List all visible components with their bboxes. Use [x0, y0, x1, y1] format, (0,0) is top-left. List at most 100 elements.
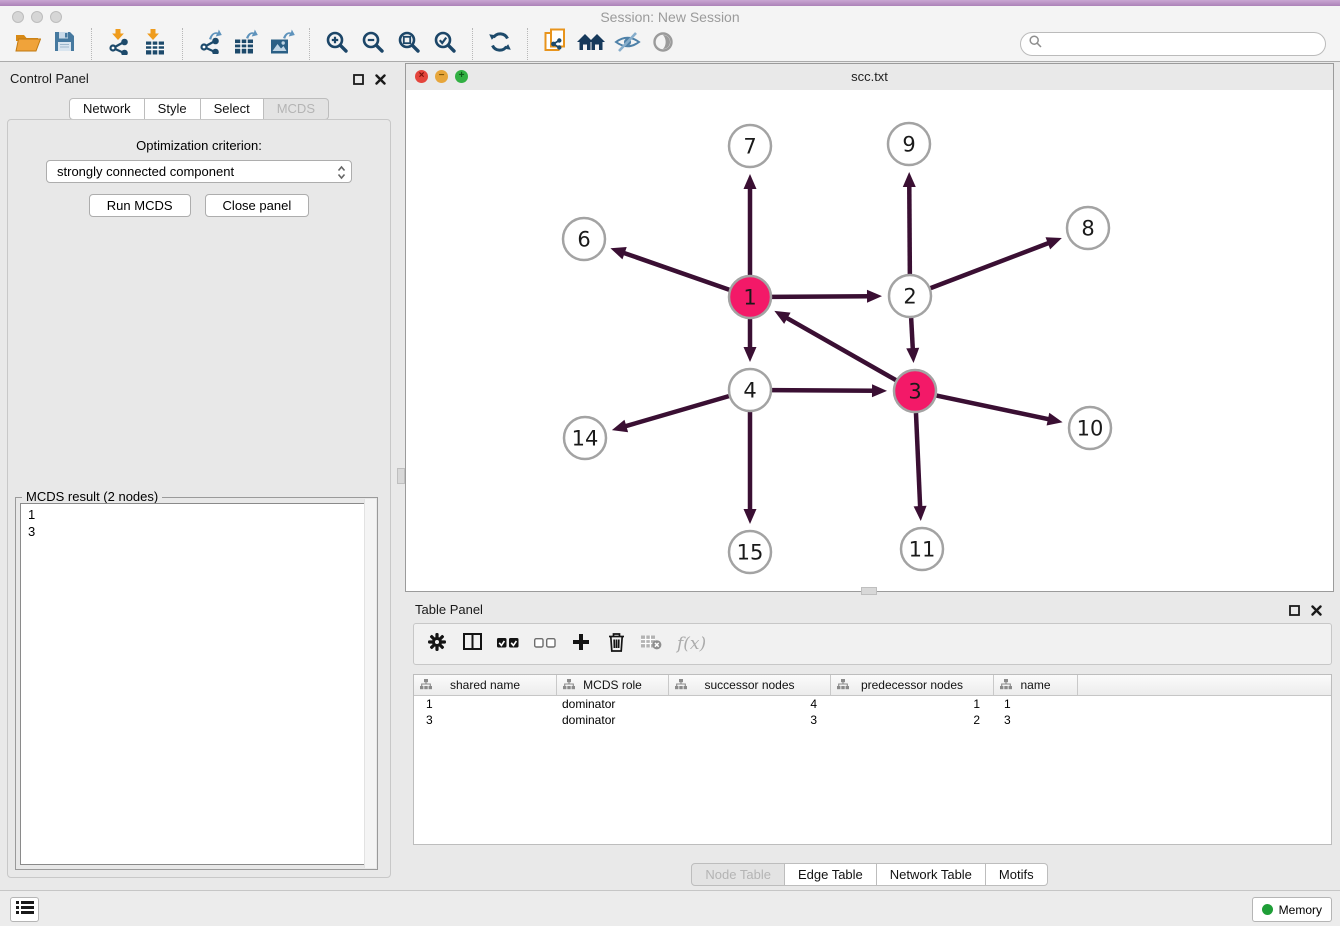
memory-button[interactable]: Memory [1252, 897, 1332, 922]
tab-node-table[interactable]: Node Table [691, 863, 785, 886]
graph-edge-arrowhead [867, 290, 882, 303]
save-session-button[interactable] [48, 28, 80, 60]
column-header-successor-nodes[interactable]: successor nodes [669, 675, 831, 695]
table-row[interactable]: 1dominator411 [414, 696, 1331, 712]
close-panel-button[interactable]: Close panel [205, 194, 310, 217]
table-cell[interactable]: 3 [994, 712, 1078, 728]
tab-edge-table[interactable]: Edge Table [785, 863, 877, 886]
table-cell[interactable]: 1 [414, 696, 557, 712]
refresh-layout-button[interactable] [484, 28, 516, 60]
select-all-columns-button[interactable] [497, 635, 519, 653]
graph-node-14[interactable]: 14 [564, 417, 606, 459]
delete-column-button[interactable] [606, 632, 626, 657]
zoom-in-button[interactable] [321, 28, 353, 60]
float-panel-icon[interactable] [353, 72, 364, 90]
maximize-view-button[interactable]: + [455, 70, 468, 83]
graph-edge-3-10[interactable] [937, 396, 1051, 420]
close-window-button[interactable] [12, 11, 24, 23]
import-network-button[interactable] [103, 28, 135, 60]
export-image-button[interactable] [266, 28, 298, 60]
show-column-pane-button[interactable] [462, 633, 482, 655]
graph-node-11[interactable]: 11 [901, 528, 943, 570]
new-network-from-selection-button[interactable] [539, 28, 571, 60]
create-column-button[interactable] [571, 633, 591, 656]
function-builder-button[interactable]: f(x) [677, 634, 706, 654]
graph-node-15[interactable]: 15 [729, 531, 771, 573]
graph-node-9[interactable]: 9 [888, 123, 930, 165]
table-cell[interactable]: 1 [831, 696, 994, 712]
table-cell[interactable]: dominator [557, 712, 669, 728]
deselect-all-columns-button[interactable] [534, 635, 556, 653]
table-cell[interactable]: 3 [669, 712, 831, 728]
delete-table-button[interactable] [641, 633, 662, 655]
table-cell[interactable]: 2 [831, 712, 994, 728]
search-input[interactable] [1047, 36, 1317, 52]
export-table-icon [234, 29, 259, 59]
graph-edge-2-8[interactable] [931, 242, 1051, 288]
graph-node-6[interactable]: 6 [563, 218, 605, 260]
graph-edge-2-3[interactable] [911, 318, 913, 351]
graph-node-4[interactable]: 4 [729, 369, 771, 411]
graph-edge-4-3[interactable] [772, 390, 875, 391]
table-cell[interactable]: 1 [994, 696, 1078, 712]
close-panel-icon[interactable] [375, 72, 386, 90]
tab-motifs[interactable]: Motifs [986, 863, 1048, 886]
table-cell[interactable]: 3 [414, 712, 557, 728]
criterion-select[interactable]: strongly connected component [46, 160, 352, 183]
tab-network-table[interactable]: Network Table [877, 863, 986, 886]
tab-select[interactable]: Select [201, 98, 264, 120]
trash-icon [608, 632, 625, 657]
tab-style[interactable]: Style [145, 98, 201, 120]
minimize-window-button[interactable] [31, 11, 43, 23]
task-history-button[interactable] [10, 897, 39, 922]
show-hide-graphics-button[interactable] [611, 28, 643, 60]
eye-circle-icon [652, 31, 674, 58]
horizontal-splitter-handle[interactable] [861, 587, 877, 595]
graph-edge-3-1[interactable] [785, 317, 896, 380]
graph-node-3[interactable]: 3 [894, 370, 936, 412]
tab-mcds[interactable]: MCDS [264, 98, 329, 120]
zoom-out-button[interactable] [357, 28, 389, 60]
graph-node-8[interactable]: 8 [1067, 207, 1109, 249]
graph-edge-2-9[interactable] [909, 184, 910, 274]
run-mcds-button[interactable]: Run MCDS [89, 194, 191, 217]
float-panel-icon[interactable] [1289, 603, 1300, 621]
column-header-shared-name[interactable]: shared name [414, 675, 557, 695]
close-panel-icon[interactable] [1311, 603, 1322, 621]
zoom-window-button[interactable] [50, 11, 62, 23]
graph-edge-3-11[interactable] [916, 413, 920, 509]
import-table-button[interactable] [139, 28, 171, 60]
graph-node-2[interactable]: 2 [889, 275, 931, 317]
result-scrollbar[interactable] [364, 499, 376, 868]
graph-edge-arrowhead [610, 247, 626, 259]
graph-edge-arrowhead [906, 348, 919, 363]
table-settings-button[interactable] [427, 633, 447, 656]
table-cell[interactable]: dominator [557, 696, 669, 712]
search-box[interactable] [1020, 32, 1326, 56]
column-header-name[interactable]: name [994, 675, 1078, 695]
tab-network[interactable]: Network [69, 98, 145, 120]
zoom-selected-button[interactable] [429, 28, 461, 60]
close-view-button[interactable]: × [415, 70, 428, 83]
graph-edge-1-6[interactable] [622, 252, 729, 290]
vertical-splitter-handle[interactable] [397, 468, 405, 484]
birds-eye-view-button[interactable] [647, 28, 679, 60]
mcds-result-text[interactable]: 1 3 [20, 503, 373, 865]
column-header-MCDS-role[interactable]: MCDS role [557, 675, 669, 695]
column-header-predecessor-nodes[interactable]: predecessor nodes [831, 675, 994, 695]
graph-edge-4-14[interactable] [623, 396, 728, 427]
export-table-button[interactable] [230, 28, 262, 60]
table-cell[interactable]: 4 [669, 696, 831, 712]
minimize-view-button[interactable]: − [435, 70, 448, 83]
open-session-button[interactable] [12, 28, 44, 60]
network-canvas[interactable]: 7 9 6 8 1 2 4 3 14 10 15 11 [406, 90, 1333, 591]
graph-edge-1-2[interactable] [772, 296, 870, 297]
graph-node-1[interactable]: 1 [729, 276, 771, 318]
control-panel-title: Control Panel [10, 71, 89, 86]
table-row[interactable]: 3dominator323 [414, 712, 1331, 728]
export-network-button[interactable] [194, 28, 226, 60]
zoom-fit-button[interactable] [393, 28, 425, 60]
graph-node-10[interactable]: 10 [1069, 407, 1111, 449]
graph-node-7[interactable]: 7 [729, 125, 771, 167]
reset-home-button[interactable] [575, 28, 607, 60]
